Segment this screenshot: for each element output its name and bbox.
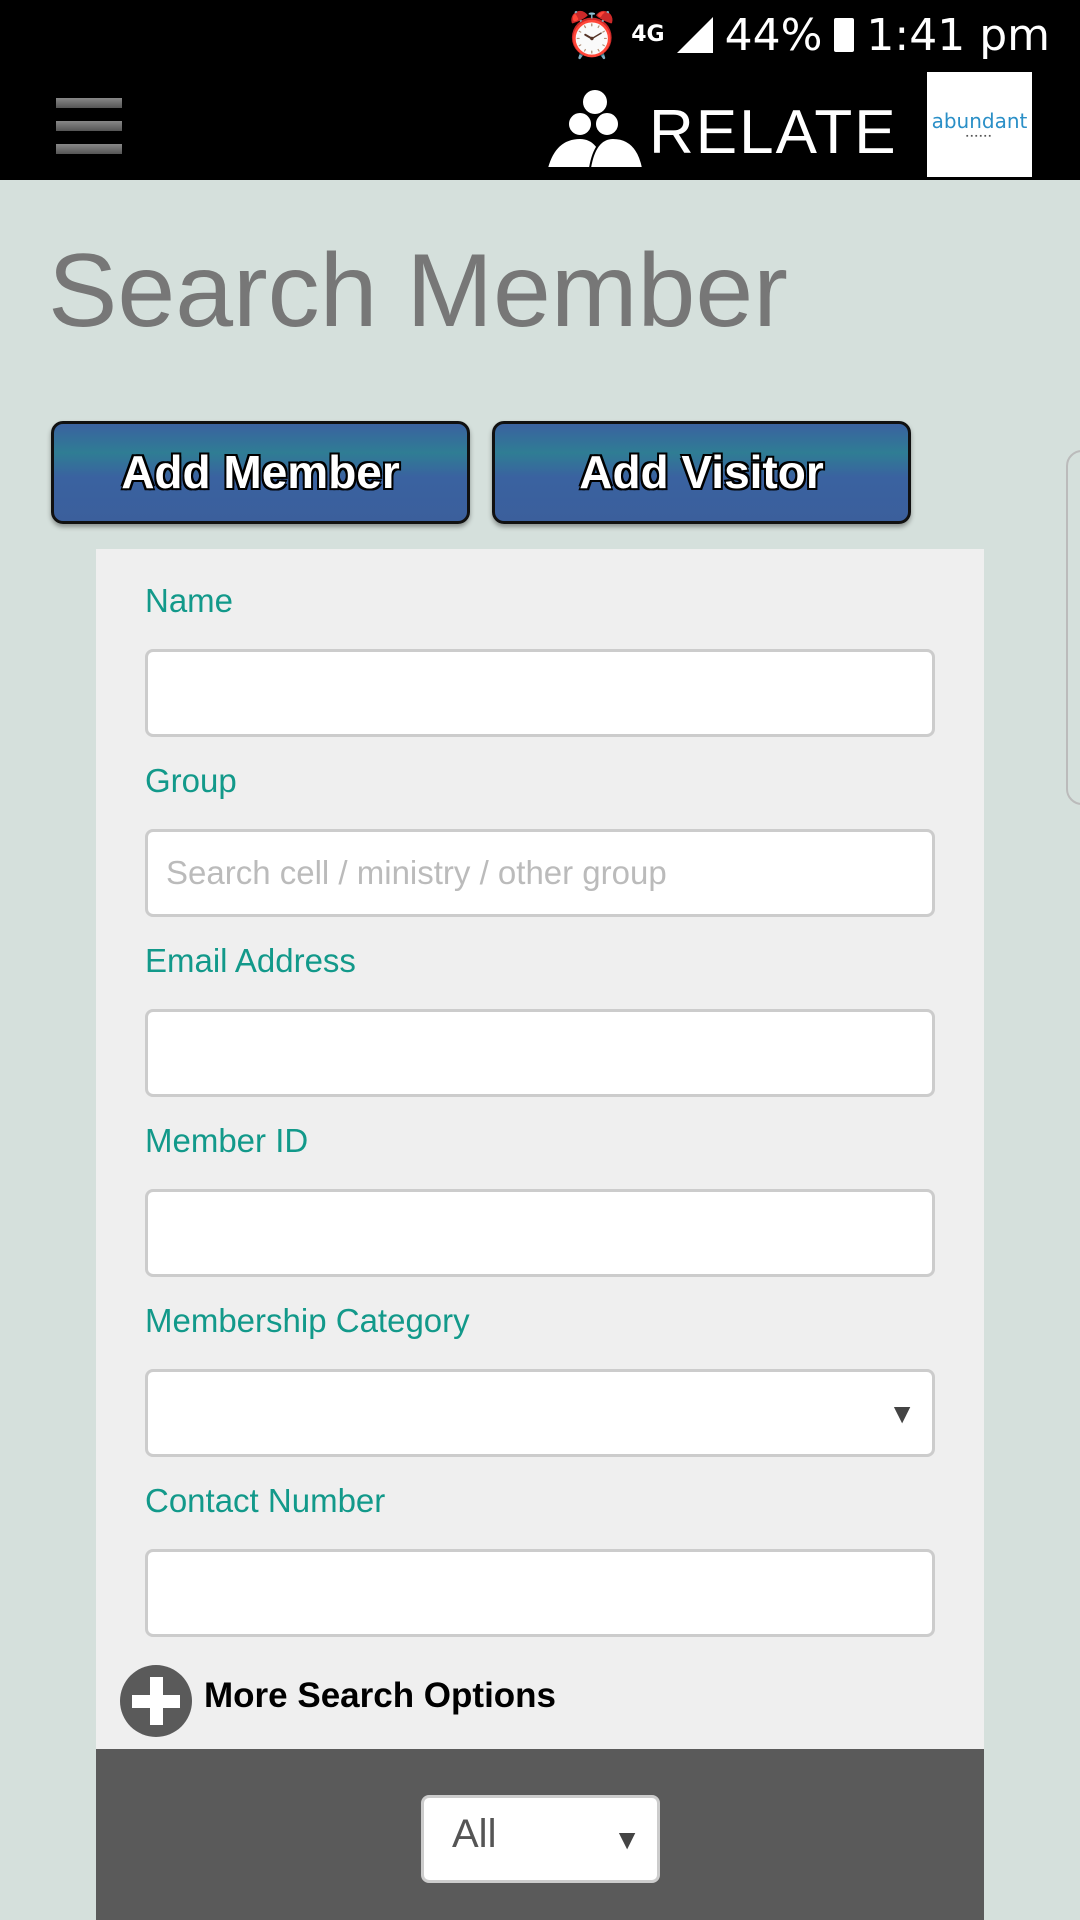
add-visitor-button[interactable]: Add Visitor (492, 421, 911, 524)
add-member-button[interactable]: Add Member (51, 421, 470, 524)
contact-number-label: Contact Number (145, 1482, 386, 1519)
signal-icon (676, 17, 713, 53)
battery-charging-icon (834, 18, 855, 52)
dropdown-arrow-icon: ▼ (888, 1398, 916, 1429)
brand-logo: abundant ▪▪▪▪▪▪ (927, 72, 1032, 177)
alarm-icon: ⏰ (564, 10, 620, 61)
group-label: Group (145, 762, 237, 799)
filter-bar: All ▼ (96, 1749, 984, 1920)
relate-logo: RELATE (545, 88, 898, 168)
battery-percent: 44% (724, 9, 823, 61)
page-title: Search Member (48, 233, 788, 349)
filter-select[interactable]: All ▼ (421, 1795, 660, 1883)
side-panel-handle[interactable] (1066, 450, 1080, 805)
member-id-input[interactable] (145, 1189, 935, 1277)
hamburger-icon[interactable] (56, 98, 122, 154)
search-form: Name Group Email Address Member ID Membe… (96, 549, 984, 1765)
status-bar: ⏰ 4G 44% 1:41 pm (0, 0, 1080, 70)
membership-category-select[interactable]: ▼ (145, 1369, 935, 1457)
app-header: RELATE abundant ▪▪▪▪▪▪ (0, 70, 1080, 180)
more-search-options-toggle[interactable]: More Search Options (120, 1665, 556, 1737)
member-id-label: Member ID (145, 1122, 309, 1159)
network-type: 4G (631, 22, 665, 47)
clock: 1:41 pm (866, 9, 1050, 61)
contact-number-input[interactable] (145, 1549, 935, 1637)
name-input[interactable] (145, 649, 935, 737)
dropdown-arrow-icon: ▼ (613, 1824, 641, 1855)
email-label: Email Address (145, 942, 356, 979)
people-icon (545, 90, 645, 168)
group-input[interactable] (145, 829, 935, 917)
plus-circle-icon (120, 1665, 192, 1737)
email-input[interactable] (145, 1009, 935, 1097)
membership-category-label: Membership Category (145, 1302, 470, 1339)
name-label: Name (145, 582, 234, 619)
